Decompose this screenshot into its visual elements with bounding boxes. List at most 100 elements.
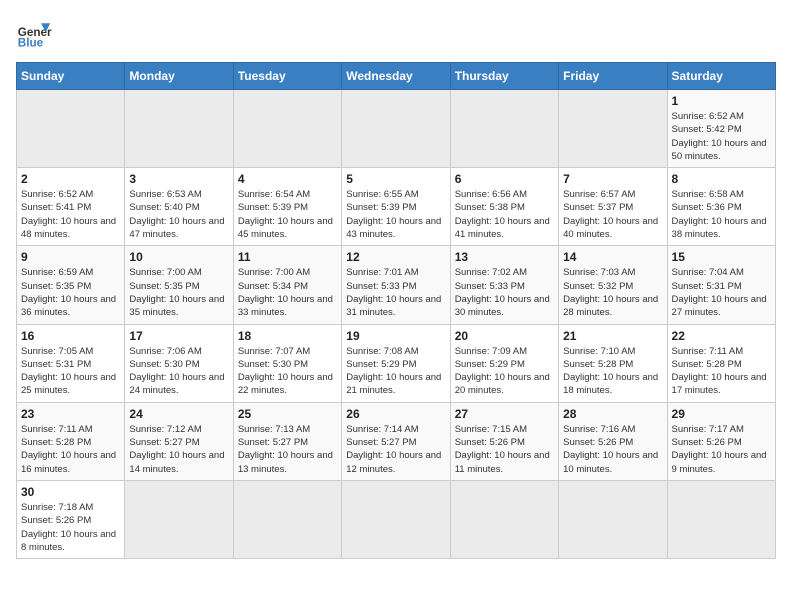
sunset-text: Sunset: 5:27 PM	[238, 436, 337, 449]
sunrise-text: Sunrise: 7:17 AM	[672, 423, 771, 436]
calendar-cell	[667, 480, 775, 558]
calendar-cell: 22Sunrise: 7:11 AMSunset: 5:28 PMDayligh…	[667, 324, 775, 402]
day-info: Sunrise: 7:00 AMSunset: 5:35 PMDaylight:…	[129, 266, 228, 319]
calendar-cell	[125, 480, 233, 558]
sunrise-text: Sunrise: 7:13 AM	[238, 423, 337, 436]
day-info: Sunrise: 6:53 AMSunset: 5:40 PMDaylight:…	[129, 188, 228, 241]
calendar-cell	[233, 480, 341, 558]
calendar-cell	[450, 480, 558, 558]
sunset-text: Sunset: 5:26 PM	[672, 436, 771, 449]
day-number: 28	[563, 407, 662, 421]
page-header: General Blue	[16, 16, 776, 52]
calendar-cell: 10 Sunrise: 7:00 AMSunset: 5:35 PMDayligh…	[125, 246, 233, 324]
calendar-cell	[125, 90, 233, 168]
logo-icon: General Blue	[16, 16, 52, 52]
daylight-text: Daylight: 10 hours and 43 minutes.	[346, 215, 445, 242]
weekday-header-saturday: Saturday	[667, 63, 775, 90]
daylight-text: Daylight: 10 hours and 40 minutes.	[563, 215, 662, 242]
sunrise-text: Sunrise: 6:54 AM	[238, 188, 337, 201]
day-info: Sunrise: 6:54 AMSunset: 5:39 PMDaylight:…	[238, 188, 337, 241]
day-number: 24	[129, 407, 228, 421]
weekday-header-tuesday: Tuesday	[233, 63, 341, 90]
sunset-text: Sunset: 5:33 PM	[346, 280, 445, 293]
weekday-header-friday: Friday	[559, 63, 667, 90]
calendar-cell	[559, 480, 667, 558]
sunset-text: Sunset: 5:31 PM	[21, 358, 120, 371]
day-info: Sunrise: 7:02 AMSunset: 5:33 PMDaylight:…	[455, 266, 554, 319]
sunset-text: Sunset: 5:39 PM	[346, 201, 445, 214]
day-info: Sunrise: 7:07 AMSunset: 5:30 PMDaylight:…	[238, 345, 337, 398]
calendar-cell: 16Sunrise: 7:05 AMSunset: 5:31 PMDayligh…	[17, 324, 125, 402]
day-number: 10	[129, 250, 228, 264]
day-info: Sunrise: 7:08 AMSunset: 5:29 PMDaylight:…	[346, 345, 445, 398]
day-info: Sunrise: 7:01 AMSunset: 5:33 PMDaylight:…	[346, 266, 445, 319]
day-number: 18	[238, 329, 337, 343]
sunset-text: Sunset: 5:30 PM	[129, 358, 228, 371]
sunrise-text: Sunrise: 6:52 AM	[672, 110, 771, 123]
daylight-text: Daylight: 10 hours and 45 minutes.	[238, 215, 337, 242]
calendar-cell: 11Sunrise: 7:00 AMSunset: 5:34 PMDayligh…	[233, 246, 341, 324]
day-number: 25	[238, 407, 337, 421]
calendar-cell: 4Sunrise: 6:54 AMSunset: 5:39 PMDaylight…	[233, 168, 341, 246]
day-number: 5	[346, 172, 445, 186]
day-number: 9	[21, 250, 120, 264]
calendar-cell: 23 Sunrise: 7:11 AMSunset: 5:28 PMDayligh…	[17, 402, 125, 480]
day-info: Sunrise: 7:18 AMSunset: 5:26 PMDaylight:…	[21, 501, 120, 554]
calendar-cell: 1 Sunrise: 6:52 AMSunset: 5:42 PMDaylight…	[667, 90, 775, 168]
day-info: Sunrise: 7:11 AMSunset: 5:28 PMDaylight:…	[21, 423, 120, 476]
day-number: 14	[563, 250, 662, 264]
sunrise-text: Sunrise: 6:56 AM	[455, 188, 554, 201]
calendar-cell: 7Sunrise: 6:57 AMSunset: 5:37 PMDaylight…	[559, 168, 667, 246]
sunset-text: Sunset: 5:41 PM	[21, 201, 120, 214]
day-info: Sunrise: 7:04 AMSunset: 5:31 PMDaylight:…	[672, 266, 771, 319]
calendar-cell: 20Sunrise: 7:09 AMSunset: 5:29 PMDayligh…	[450, 324, 558, 402]
sunrise-text: Sunrise: 7:10 AM	[563, 345, 662, 358]
sunset-text: Sunset: 5:42 PM	[672, 123, 771, 136]
calendar-cell: 17Sunrise: 7:06 AMSunset: 5:30 PMDayligh…	[125, 324, 233, 402]
day-info: Sunrise: 7:06 AMSunset: 5:30 PMDaylight:…	[129, 345, 228, 398]
calendar-cell: 26Sunrise: 7:14 AMSunset: 5:27 PMDayligh…	[342, 402, 450, 480]
daylight-text: Daylight: 10 hours and 50 minutes.	[672, 137, 771, 164]
day-number: 23	[21, 407, 120, 421]
sunset-text: Sunset: 5:28 PM	[672, 358, 771, 371]
day-info: Sunrise: 6:57 AMSunset: 5:37 PMDaylight:…	[563, 188, 662, 241]
calendar-cell	[17, 90, 125, 168]
calendar-cell: 5 Sunrise: 6:55 AMSunset: 5:39 PMDaylight…	[342, 168, 450, 246]
sunset-text: Sunset: 5:27 PM	[129, 436, 228, 449]
calendar-cell: 21Sunrise: 7:10 AMSunset: 5:28 PMDayligh…	[559, 324, 667, 402]
sunset-text: Sunset: 5:31 PM	[672, 280, 771, 293]
sunrise-text: Sunrise: 7:00 AM	[238, 266, 337, 279]
calendar-cell: 9 Sunrise: 6:59 AMSunset: 5:35 PMDaylight…	[17, 246, 125, 324]
calendar-cell: 14Sunrise: 7:03 AMSunset: 5:32 PMDayligh…	[559, 246, 667, 324]
sunrise-text: Sunrise: 7:02 AM	[455, 266, 554, 279]
sunset-text: Sunset: 5:34 PM	[238, 280, 337, 293]
daylight-text: Daylight: 10 hours and 17 minutes.	[672, 371, 771, 398]
daylight-text: Daylight: 10 hours and 11 minutes.	[455, 449, 554, 476]
sunset-text: Sunset: 5:28 PM	[21, 436, 120, 449]
logo: General Blue	[16, 16, 52, 52]
sunset-text: Sunset: 5:26 PM	[455, 436, 554, 449]
daylight-text: Daylight: 10 hours and 10 minutes.	[563, 449, 662, 476]
day-info: Sunrise: 6:59 AMSunset: 5:35 PMDaylight:…	[21, 266, 120, 319]
sunset-text: Sunset: 5:35 PM	[129, 280, 228, 293]
day-info: Sunrise: 7:12 AMSunset: 5:27 PMDaylight:…	[129, 423, 228, 476]
svg-text:Blue: Blue	[18, 37, 44, 50]
day-number: 2	[21, 172, 120, 186]
calendar-cell: 3Sunrise: 6:53 AMSunset: 5:40 PMDaylight…	[125, 168, 233, 246]
weekday-header-sunday: Sunday	[17, 63, 125, 90]
day-info: Sunrise: 7:05 AMSunset: 5:31 PMDaylight:…	[21, 345, 120, 398]
calendar-cell: 30Sunrise: 7:18 AMSunset: 5:26 PMDayligh…	[17, 480, 125, 558]
calendar-cell: 13Sunrise: 7:02 AMSunset: 5:33 PMDayligh…	[450, 246, 558, 324]
day-info: Sunrise: 7:10 AMSunset: 5:28 PMDaylight:…	[563, 345, 662, 398]
daylight-text: Daylight: 10 hours and 28 minutes.	[563, 293, 662, 320]
day-info: Sunrise: 6:56 AMSunset: 5:38 PMDaylight:…	[455, 188, 554, 241]
day-number: 11	[238, 250, 337, 264]
day-info: Sunrise: 7:15 AMSunset: 5:26 PMDaylight:…	[455, 423, 554, 476]
calendar-cell	[559, 90, 667, 168]
daylight-text: Daylight: 10 hours and 31 minutes.	[346, 293, 445, 320]
daylight-text: Daylight: 10 hours and 8 minutes.	[21, 528, 120, 555]
calendar-cell	[233, 90, 341, 168]
day-number: 1	[672, 94, 771, 108]
day-info: Sunrise: 6:52 AMSunset: 5:41 PMDaylight:…	[21, 188, 120, 241]
day-info: Sunrise: 6:55 AMSunset: 5:39 PMDaylight:…	[346, 188, 445, 241]
